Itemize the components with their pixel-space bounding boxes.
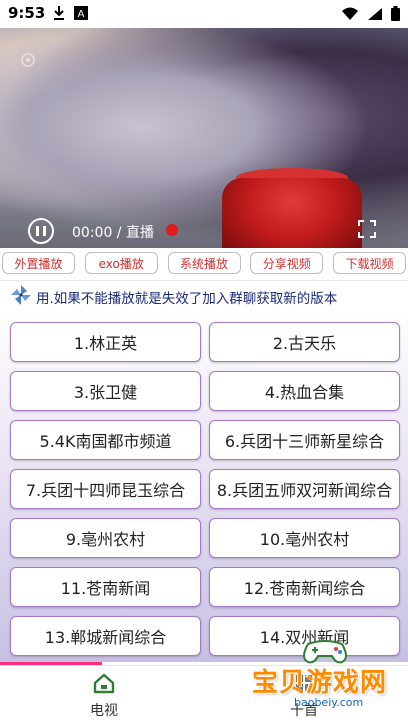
channel-button[interactable]: 12.苍南新闻综合 — [209, 567, 400, 607]
fullscreen-icon[interactable] — [358, 220, 376, 238]
time-label: 00:00 / 直播 — [72, 225, 154, 241]
tab-tv[interactable]: 电视 — [44, 672, 164, 720]
channel-button[interactable]: 4.热血合集 — [209, 371, 400, 411]
battery-icon — [391, 6, 400, 21]
brand-url: baobeiy.com — [294, 696, 364, 709]
signal-icon — [368, 7, 382, 20]
external-player-button[interactable]: 外置播放 — [2, 252, 75, 274]
channel-button[interactable]: 1.林正英 — [10, 322, 201, 362]
channel-button[interactable]: 10.亳州农村 — [209, 518, 400, 558]
site-watermark: 宝贝游戏网 baobeiy.com — [252, 634, 402, 724]
video-player[interactable]: 00:00 / 直播 — [0, 28, 408, 248]
channel-button[interactable]: 5.4K南国都市频道 — [10, 420, 201, 460]
channel-button[interactable]: 11.苍南新闻 — [10, 567, 201, 607]
channel-button[interactable]: 7.兵团十四师昆玉综合 — [10, 469, 201, 509]
download-video-button[interactable]: 下载视频 — [333, 252, 406, 274]
system-player-button[interactable]: 系统播放 — [167, 252, 241, 274]
pause-icon — [36, 226, 39, 236]
wifi-icon — [342, 7, 358, 20]
channel-button[interactable]: 9.亳州农村 — [10, 518, 201, 558]
download-icon — [54, 6, 64, 20]
pinwheel-icon — [11, 285, 31, 305]
pause-button[interactable] — [28, 218, 54, 244]
channel-button[interactable]: 3.张卫健 — [10, 371, 201, 411]
a-badge-icon: A — [74, 6, 88, 20]
channel-button[interactable]: 6.兵团十三师新星综合 — [209, 420, 400, 460]
svg-text:A: A — [78, 9, 85, 20]
brand-title: 宝贝游戏网 — [252, 668, 388, 698]
exo-player-button[interactable]: exo播放 — [84, 252, 158, 274]
share-video-button[interactable]: 分享视频 — [250, 252, 324, 274]
channel-grid: 1.林正英 2.古天乐 3.张卫健 4.热血合集 5.4K南国都市频道 6.兵团… — [0, 310, 408, 662]
tab-tv-label: 电视 — [90, 703, 118, 719]
video-watermark-icon — [20, 52, 60, 71]
seek-handle[interactable] — [166, 224, 178, 236]
channel-button[interactable]: 8.兵团五师双河新闻综合 — [209, 469, 400, 509]
status-time: 9:53 — [8, 4, 46, 22]
video-controls: 00:00 / 直播 — [0, 214, 408, 248]
status-bar: 9:53 A — [0, 0, 408, 28]
channel-button[interactable]: 2.古天乐 — [209, 322, 400, 362]
notice-marquee: 用.如果不能播放就是失效了加入群聊获取新的版本 — [0, 280, 408, 309]
player-engine-bar: 外置播放 exo播放 系统播放 分享视频 下载视频 — [0, 250, 408, 276]
home-icon — [93, 673, 115, 694]
channel-button[interactable]: 13.郸城新闻综合 — [10, 616, 201, 656]
notice-text: 用.如果不能播放就是失效了加入群聊获取新的版本 — [36, 291, 338, 307]
